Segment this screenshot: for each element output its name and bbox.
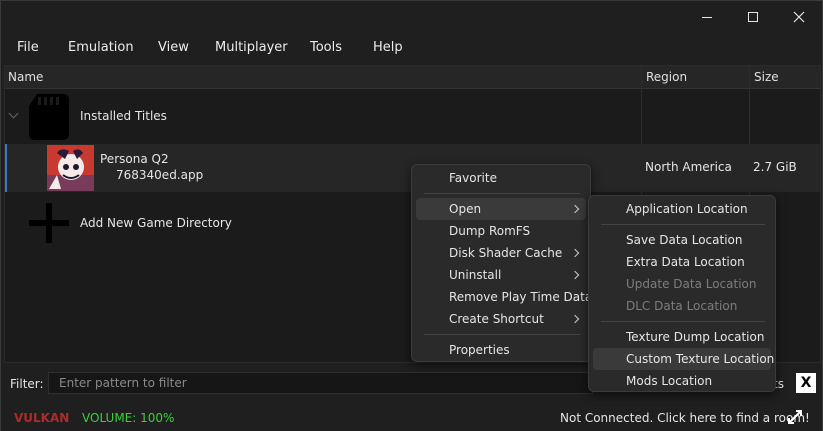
submenu-item-label: Mods Location [626, 374, 713, 388]
plus-icon [29, 203, 69, 243]
minimize-icon [702, 16, 712, 18]
network-icon[interactable] [787, 409, 803, 425]
submenu-extra-data-location[interactable]: Extra Data Location [593, 251, 771, 273]
clear-filter-button[interactable]: X [796, 373, 816, 393]
context-menu-item-label: Properties [449, 343, 510, 357]
filter-input[interactable]: Enter pattern to filter [48, 372, 593, 394]
renderer-button[interactable]: VULKAN [14, 411, 69, 425]
maximize-icon [748, 12, 758, 22]
context-menu-item-label: Uninstall [449, 268, 502, 282]
minimize-button[interactable] [684, 1, 730, 33]
game-region: North America [645, 160, 732, 174]
submenu-item-label: DLC Data Location [626, 299, 738, 313]
context-menu-item-label: Remove Play Time Data [449, 290, 593, 304]
chevron-right-icon [570, 204, 580, 214]
submenu-item-label: Custom Texture Location [626, 352, 775, 366]
context-menu-remove-play-time[interactable]: Remove Play Time Data [416, 286, 592, 308]
tree-row-installed-titles[interactable]: Installed Titles [5, 90, 820, 144]
submenu-mods-location[interactable]: Mods Location [593, 370, 771, 392]
submenu-texture-dump-location[interactable]: Texture Dump Location [593, 326, 771, 348]
game-file: 768340ed.app [116, 168, 204, 182]
close-icon [793, 11, 805, 23]
context-menu-item-label: Disk Shader Cache [449, 246, 563, 260]
submenu-application-location[interactable]: Application Location [593, 198, 771, 220]
context-menu-item-label: Favorite [449, 171, 497, 185]
submenu-dlc-data-location: DLC Data Location [593, 295, 771, 317]
context-menu-create-shortcut[interactable]: Create Shortcut [416, 308, 586, 330]
submenu-separator [601, 224, 765, 225]
context-menu-uninstall[interactable]: Uninstall [416, 264, 586, 286]
menu-view[interactable]: View [158, 40, 189, 55]
maximize-button[interactable] [730, 1, 776, 33]
submenu-save-data-location[interactable]: Save Data Location [593, 229, 771, 251]
submenu-custom-texture-location[interactable]: Custom Texture Location [593, 348, 775, 370]
chevron-right-icon [570, 270, 580, 280]
game-title: Persona Q2 [100, 152, 169, 166]
game-size: 2.7 GiB [753, 160, 797, 174]
status-bar: VULKAN VOLUME: 100% Not Connected. Click… [1, 403, 822, 431]
menu-emulation[interactable]: Emulation [68, 40, 134, 55]
menu-help[interactable]: Help [373, 40, 403, 55]
submenu-item-label: Texture Dump Location [626, 330, 765, 344]
game-icon [47, 145, 94, 191]
chevron-down-icon[interactable] [9, 110, 19, 120]
volume-button[interactable]: VOLUME: 100% [82, 411, 174, 425]
column-header-region[interactable]: Region [643, 66, 687, 89]
context-menu-separator [424, 334, 580, 335]
context-menu-disk-shader-cache[interactable]: Disk Shader Cache [416, 242, 586, 264]
main-window: File Emulation View Multiplayer Tools He… [0, 0, 823, 431]
context-menu-item-label: Open [449, 202, 482, 216]
context-menu-item-label: Create Shortcut [449, 312, 544, 326]
close-button[interactable] [776, 1, 822, 33]
menu-bar: File Emulation View Multiplayer Tools He… [1, 33, 822, 63]
submenu-update-data-location: Update Data Location [593, 273, 771, 295]
title-bar [1, 1, 822, 33]
submenu-item-label: Update Data Location [626, 277, 757, 291]
list-header: Name Region Size [5, 66, 820, 89]
chevron-right-icon [570, 248, 580, 258]
installed-titles-label: Installed Titles [80, 109, 167, 123]
chevron-right-icon [570, 314, 580, 324]
context-menu-open[interactable]: Open [416, 198, 586, 220]
add-directory-label: Add New Game Directory [80, 216, 232, 230]
menu-tools[interactable]: Tools [310, 40, 342, 55]
column-header-name[interactable]: Name [5, 66, 43, 89]
open-submenu: Application Location Save Data Location … [588, 195, 776, 392]
filter-label: Filter: [10, 377, 44, 391]
submenu-item-label: Extra Data Location [626, 255, 745, 269]
multiplayer-room-status[interactable]: Not Connected. Click here to find a room… [560, 411, 810, 425]
sd-card-icon [29, 94, 69, 140]
menu-file[interactable]: File [17, 40, 39, 55]
context-menu-separator [424, 193, 580, 194]
context-menu-dump-romfs[interactable]: Dump RomFS [416, 220, 586, 242]
submenu-item-label: Save Data Location [626, 233, 743, 247]
context-menu-favorite[interactable]: Favorite [416, 167, 586, 189]
column-header-size[interactable]: Size [751, 66, 779, 89]
context-menu: Favorite Open Dump RomFS Disk Shader Cac… [411, 164, 592, 362]
submenu-item-label: Application Location [626, 202, 748, 216]
submenu-separator [601, 321, 765, 322]
context-menu-properties[interactable]: Properties [416, 339, 586, 361]
menu-multiplayer[interactable]: Multiplayer [215, 40, 288, 55]
context-menu-item-label: Dump RomFS [449, 224, 531, 238]
